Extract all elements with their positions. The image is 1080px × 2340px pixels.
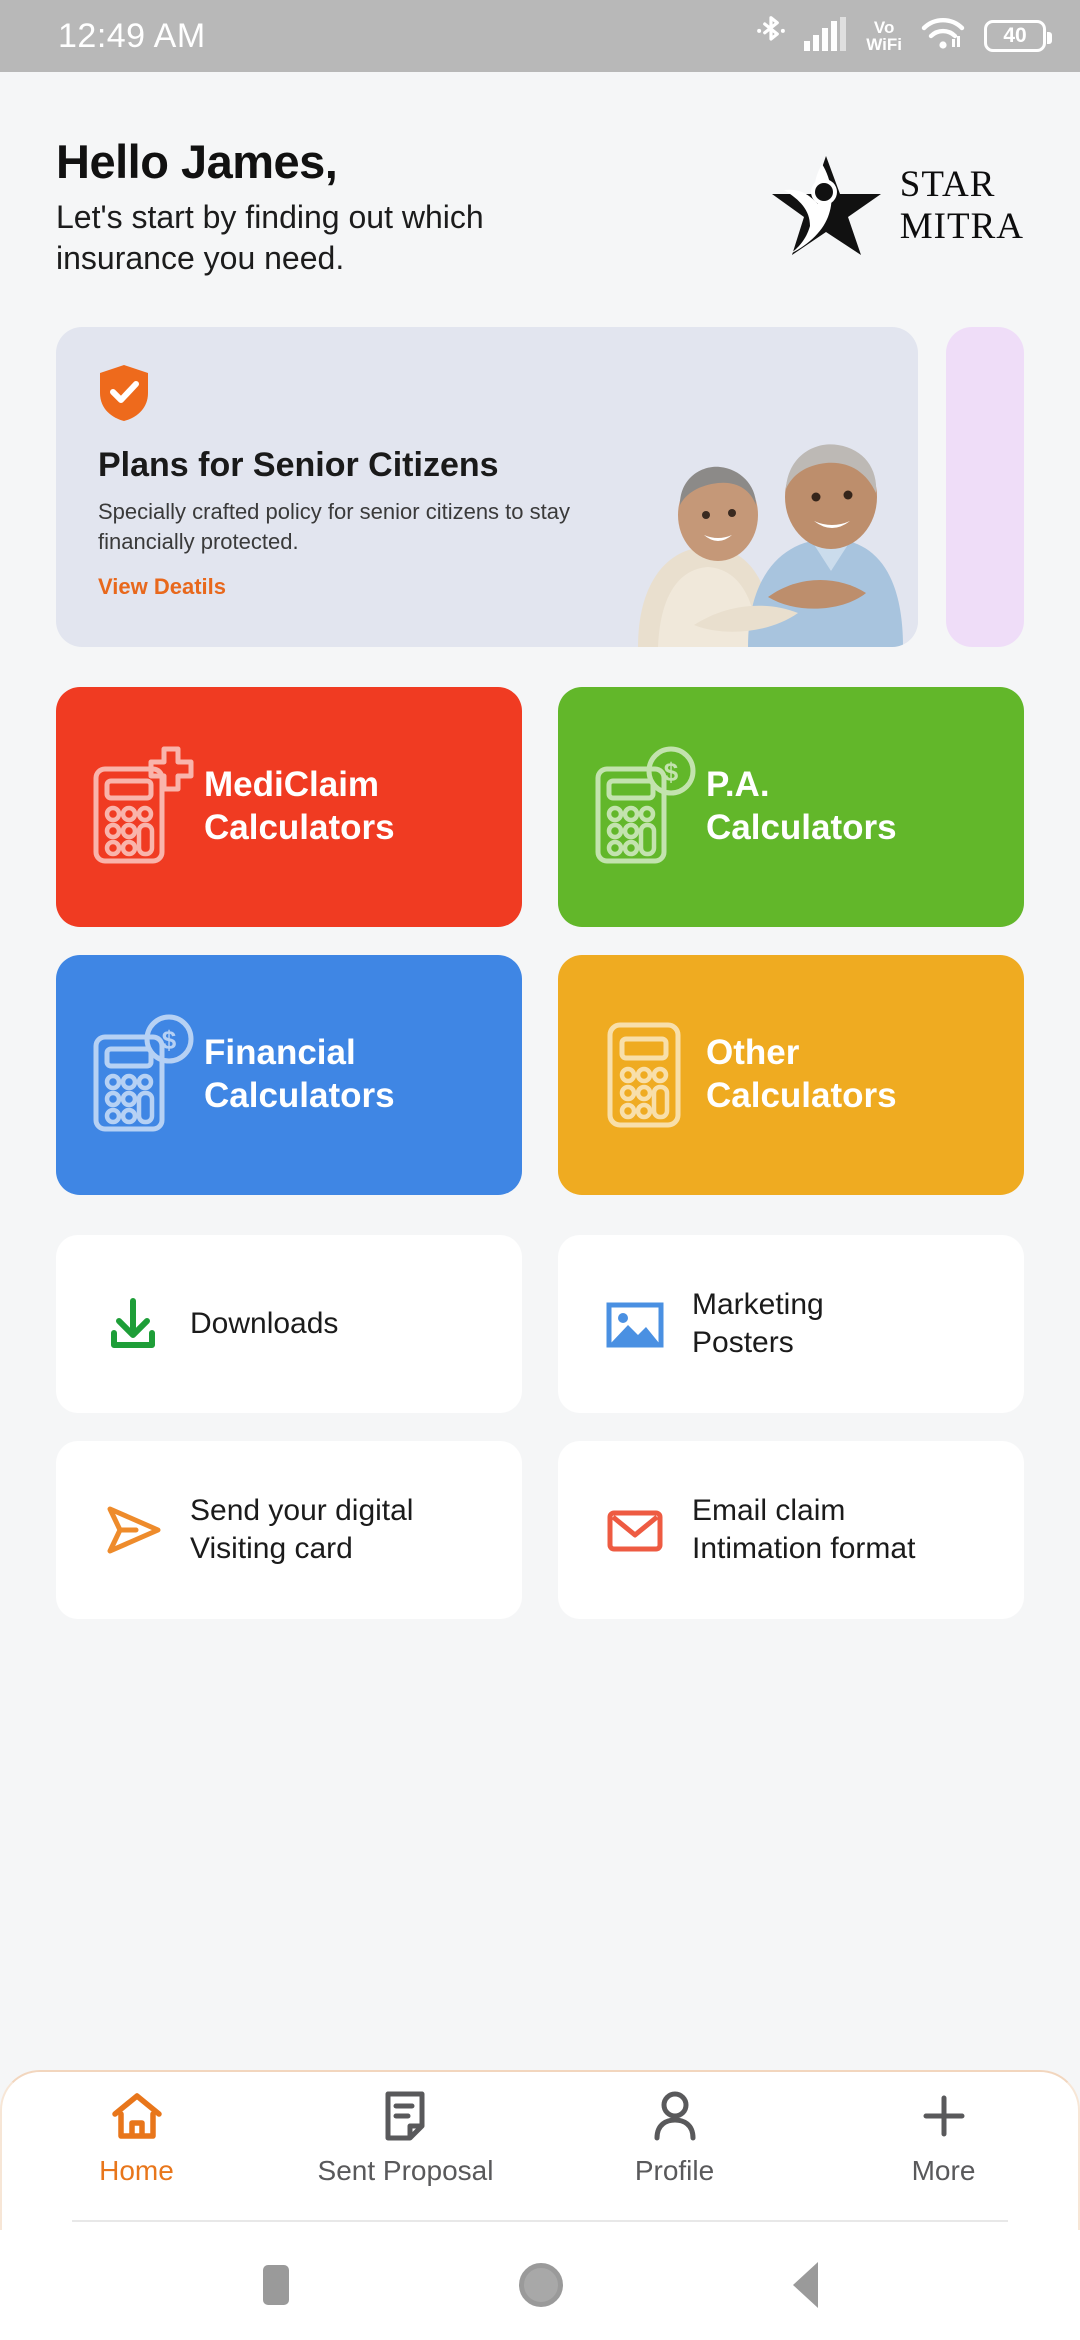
nav-item-home[interactable]: Home <box>2 2090 271 2187</box>
logo-wordmark: STAR MITRA <box>900 164 1024 247</box>
logo-line-1: STAR <box>899 164 996 206</box>
square-recents-icon[interactable] <box>262 2265 289 2305</box>
banner-card-senior-citizens[interactable]: Plans for Senior Citizens Specially craf… <box>56 326 918 647</box>
banner-carousel[interactable]: Plans for Senior Citizens Specially craf… <box>0 279 1080 647</box>
vowifi-icon: Vo WiFi <box>866 19 902 53</box>
nav-label: Profile <box>634 2155 715 2186</box>
calculator-tiles-grid: MediClaim Calculators $ P.A. Calculators… <box>0 647 1080 1195</box>
home-icon <box>109 2090 165 2147</box>
nav-label: More <box>911 2155 976 2186</box>
banner-description: Specially crafted policy for senior citi… <box>98 498 570 555</box>
svg-text:$: $ <box>162 1025 177 1055</box>
status-bar: 12:49 AM Vo WiFi 40 <box>0 0 1080 72</box>
app-screen: 12:49 AM Vo WiFi 40 Hello James, Let's s… <box>0 0 1080 2340</box>
triangle-back-icon[interactable] <box>792 2262 818 2308</box>
banner-title: Plans for Senior Citizens <box>98 445 499 484</box>
calculator-dollar-icon: $ <box>592 745 696 869</box>
tile-label-line-1: MediClaim <box>204 765 380 805</box>
send-icon <box>102 1499 164 1561</box>
vowifi-line-1: Vo <box>873 18 895 37</box>
bluetooth-icon <box>756 15 786 58</box>
action-marketing-posters[interactable]: Marketing Posters <box>558 1234 1024 1413</box>
vowifi-line-2: WiFi <box>866 35 902 54</box>
tile-label-line-1: Financial <box>204 1033 356 1073</box>
calculator-dollar-icon: $ <box>90 1013 194 1137</box>
tile-label: Financial Calculators <box>204 1032 395 1117</box>
download-icon <box>102 1293 164 1355</box>
action-send-visiting-card[interactable]: Send your digital Visiting card <box>56 1440 522 1619</box>
shield-check-icon <box>98 364 150 427</box>
nav-label: Home <box>99 2155 174 2186</box>
tile-label: P.A. Calculators <box>706 764 897 849</box>
android-system-nav <box>0 2230 1080 2340</box>
nav-item-more[interactable]: More <box>809 2090 1078 2187</box>
action-email-claim-intimation[interactable]: Email claim Intimation format <box>558 1440 1024 1619</box>
tile-label-line-1: Other <box>706 1033 800 1073</box>
action-label-line-1: Marketing <box>692 1288 824 1322</box>
tile-label-line-2: Calculators <box>706 807 897 847</box>
action-label-line-1: Downloads <box>190 1307 339 1341</box>
tile-label-line-1: P.A. <box>706 765 770 805</box>
nav-item-sent-proposal[interactable]: Sent Proposal <box>271 2090 540 2187</box>
app-logo: STAR MITRA <box>766 148 1024 263</box>
calculator-medical-icon <box>90 745 194 869</box>
action-label-line-2: Posters <box>692 1325 794 1359</box>
tile-label: MediClaim Calculators <box>204 764 395 849</box>
action-downloads[interactable]: Downloads <box>56 1234 522 1413</box>
circle-home-icon[interactable] <box>518 2263 563 2307</box>
nav-label: Sent Proposal <box>317 2155 494 2186</box>
svg-text:$: $ <box>664 757 679 787</box>
bottom-navigation-bar: Home Sent Proposal Profile More <box>0 2070 1080 2230</box>
battery-level: 40 <box>1003 24 1027 47</box>
status-time: 12:49 AM <box>58 16 206 55</box>
tile-other-calculators[interactable]: Other Calculators <box>558 954 1024 1195</box>
action-label-line-1: Email claim <box>692 1494 846 1528</box>
document-icon <box>382 2090 430 2147</box>
calculator-icon <box>592 1013 696 1137</box>
tile-label: Other Calculators <box>706 1032 897 1117</box>
banner-card-next[interactable] <box>946 326 1024 647</box>
nav-divider <box>72 2220 1008 2222</box>
tile-label-line-2: Calculators <box>204 1075 395 1115</box>
tile-label-line-2: Calculators <box>204 807 395 847</box>
action-label: Email claim Intimation format <box>692 1492 915 1567</box>
greeting-title: Hello James, <box>56 135 338 188</box>
view-details-link[interactable]: View Deatils <box>98 574 656 600</box>
action-label: Downloads <box>190 1305 338 1343</box>
person-icon <box>650 2090 700 2147</box>
tile-mediclaim-calculators[interactable]: MediClaim Calculators <box>56 686 522 927</box>
action-label-line-2: Visiting card <box>190 1531 353 1565</box>
battery-icon: 40 <box>984 20 1052 52</box>
action-label-line-2: Intimation format <box>692 1531 916 1565</box>
nav-item-profile[interactable]: Profile <box>540 2090 809 2187</box>
quick-actions-grid: Downloads Marketing Posters Send your di… <box>0 1195 1080 1619</box>
tile-financial-calculators[interactable]: $ Financial Calculators <box>56 954 522 1195</box>
cellular-signal-icon <box>804 16 848 56</box>
plus-icon <box>919 2090 969 2147</box>
tile-pa-calculators[interactable]: $ P.A. Calculators <box>558 686 1024 927</box>
wifi-icon <box>920 17 966 56</box>
email-icon <box>604 1499 666 1561</box>
image-icon <box>604 1293 666 1355</box>
greeting-subtitle: Let's start by finding out which insuran… <box>56 199 484 276</box>
action-label-line-1: Send your digital <box>190 1494 414 1528</box>
action-label: Send your digital Visiting card <box>190 1492 413 1567</box>
status-icon-group: Vo WiFi 40 <box>756 15 1052 58</box>
logo-line-2: MITRA <box>899 205 1024 247</box>
tile-label-line-2: Calculators <box>706 1075 897 1115</box>
banner-content: Plans for Senior Citizens Specially craf… <box>56 327 656 600</box>
action-label: Marketing Posters <box>692 1286 824 1361</box>
page-header: Hello James, Let's start by finding out … <box>0 72 1080 279</box>
greeting-block: Hello James, Let's start by finding out … <box>56 134 586 279</box>
star-mitra-star-icon <box>766 148 888 263</box>
